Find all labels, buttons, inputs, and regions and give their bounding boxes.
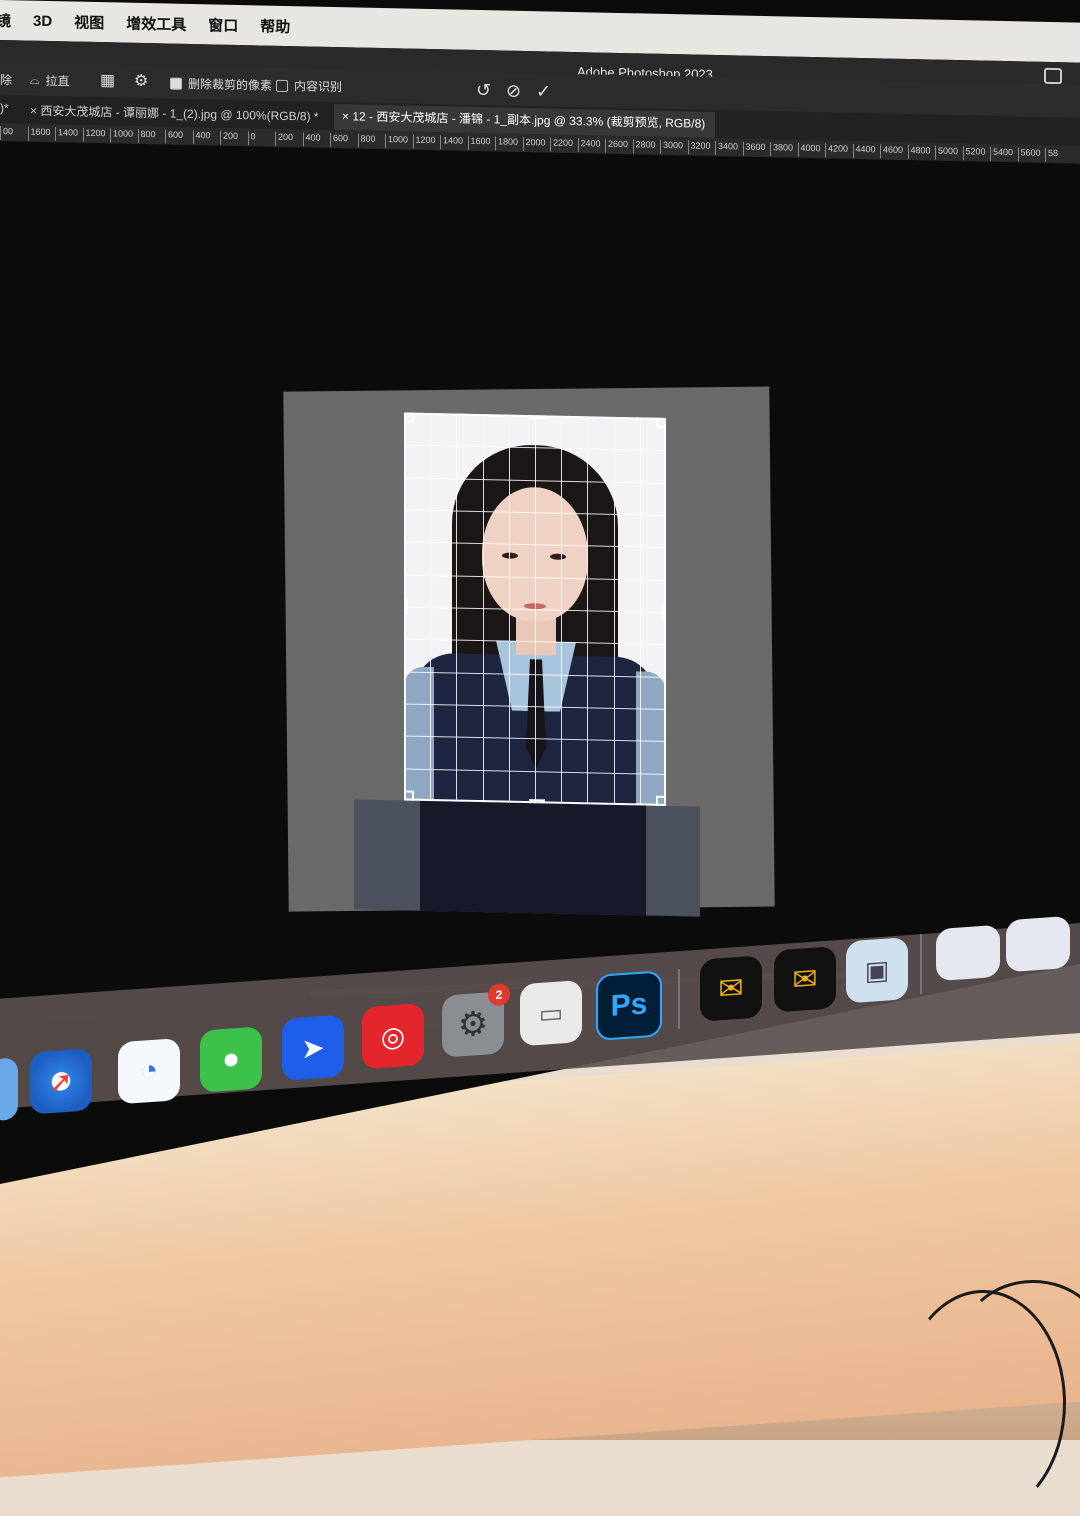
safari-icon[interactable]: ➚: [30, 1048, 92, 1115]
ruler-tick: 1000: [385, 134, 409, 149]
feishu-icon[interactable]: ➤: [282, 1014, 344, 1081]
ruler-tick: 4000: [797, 142, 821, 158]
gear-icon[interactable]: ⚙: [134, 71, 148, 91]
ruler-tick: 3000: [660, 139, 684, 155]
ruler-tick: 2400: [577, 138, 601, 153]
dock-separator: [678, 969, 680, 1030]
ruler-tick: 2600: [605, 138, 629, 154]
checkbox-checked-icon: [170, 77, 182, 90]
dock-separator: [920, 934, 922, 995]
crop-border: [404, 412, 666, 806]
ruler-tick: 1200: [82, 127, 106, 143]
notification-badge: 2: [488, 982, 510, 1007]
ruler-tick: 800: [357, 133, 376, 148]
ruler-tick: 1600: [27, 126, 51, 142]
ruler-tick: 3600: [742, 141, 766, 157]
ruler-tick: 200: [220, 130, 239, 145]
check-icon[interactable]: ✓: [536, 81, 551, 102]
tab-previous[interactable]: )*: [0, 101, 9, 115]
printer-icon[interactable]: ▭: [520, 979, 582, 1047]
ruler-tick: 5000: [935, 145, 959, 161]
ruler-tick: 400: [302, 132, 321, 147]
ruler-tick: 58: [1045, 147, 1059, 163]
cancel-icon[interactable]: ⊘: [506, 81, 521, 102]
crop-handle-bottom-right[interactable]: [656, 795, 666, 806]
ruler-tick: 1800: [495, 136, 519, 151]
ruler-tick: 3200: [687, 140, 711, 155]
ruler-tick: 2200: [550, 137, 574, 153]
ruler-tick: 0: [247, 131, 256, 146]
straighten-icon: ⌓: [30, 72, 40, 87]
menu-window[interactable]: 窗口: [208, 14, 238, 36]
ruler-tick: 1000: [110, 128, 134, 143]
menu-filter[interactable]: 镜: [0, 9, 11, 30]
ruler-tick: 4400: [852, 143, 876, 159]
content-aware-checkbox[interactable]: 内容识别: [276, 77, 342, 95]
delete-cropped-checkbox[interactable]: 删除裁剪的像素: [170, 75, 272, 94]
netease-music-icon[interactable]: ◎: [362, 1002, 424, 1070]
crop-handle-left[interactable]: [404, 598, 408, 615]
ruler-tick: 1400: [440, 135, 464, 150]
rotate-ccw-icon[interactable]: ↺: [476, 80, 491, 101]
erase-button[interactable]: 除: [0, 71, 12, 88]
ruler-tick: 800: [137, 128, 156, 144]
straighten-label: 拉直: [45, 73, 70, 89]
system-settings-icon[interactable]: ⚙ 2: [442, 982, 510, 1058]
canon-app-1-icon[interactable]: ✉: [700, 955, 762, 1022]
menu-view[interactable]: 视图: [74, 11, 104, 33]
crop-handle-right[interactable]: [662, 603, 666, 620]
crop-handle-top-left[interactable]: [404, 412, 414, 423]
ruler-tick: 1200: [412, 134, 436, 150]
content-aware-label: 内容识别: [294, 79, 343, 95]
photoshop-icon[interactable]: Ps: [596, 970, 662, 1041]
crop-handle-top-right[interactable]: [656, 415, 666, 428]
lark-icon[interactable]: ◔: [118, 1038, 180, 1105]
screenshot-thumbnail-2[interactable]: [1006, 915, 1070, 973]
ruler-tick: 1600: [467, 135, 491, 151]
ruler-tick: 600: [330, 132, 349, 148]
ruler-tick: 5400: [990, 146, 1014, 162]
ruler-tick: 3400: [715, 140, 739, 156]
ruler-tick: 200: [275, 131, 294, 147]
grid-overlay-icon[interactable]: ▦: [100, 70, 115, 90]
finder-icon[interactable]: [0, 1057, 18, 1122]
ruler-tick: 2000: [522, 136, 546, 152]
ruler-tick: 4600: [880, 144, 904, 159]
checkbox-empty-icon: [276, 79, 288, 92]
erase-label: 除: [0, 73, 13, 88]
ruler-tick: 00: [0, 126, 14, 141]
window-mode-icon[interactable]: [1044, 67, 1062, 85]
menu-plugins[interactable]: 增效工具: [126, 12, 186, 34]
screenshot-thumbnail-1[interactable]: [936, 924, 1000, 982]
menu-help[interactable]: 帮助: [260, 15, 290, 37]
menu-3d[interactable]: 3D: [33, 12, 52, 29]
canon-app-2-icon[interactable]: ✉: [774, 946, 836, 1013]
wechat-icon[interactable]: ●: [200, 1026, 262, 1093]
ruler-tick: 5200: [962, 146, 986, 161]
photoshop-label: Ps: [610, 987, 648, 1023]
cropped-out-vest: [420, 800, 646, 916]
ruler-tick: 5600: [1017, 147, 1041, 162]
ruler-tick: 400: [192, 130, 211, 145]
preview-icon[interactable]: ▣: [846, 937, 908, 1004]
ruler-tick: 600: [165, 129, 184, 144]
ruler-tick: 2800: [632, 139, 656, 154]
ruler-tick: 4200: [825, 143, 849, 158]
tab-doc-1[interactable]: × 西安大茂城店 - 谭丽娜 - 1_(2).jpg @ 100%(RGB/8)…: [30, 102, 319, 125]
crop-region[interactable]: [404, 412, 666, 806]
ruler-tick: 3800: [770, 142, 794, 157]
straighten-button[interactable]: ⌓ 拉直: [30, 72, 70, 90]
ruler-tick: 1400: [55, 127, 79, 142]
ruler-tick: 4800: [907, 145, 931, 160]
delete-cropped-label: 删除裁剪的像素: [188, 76, 273, 93]
